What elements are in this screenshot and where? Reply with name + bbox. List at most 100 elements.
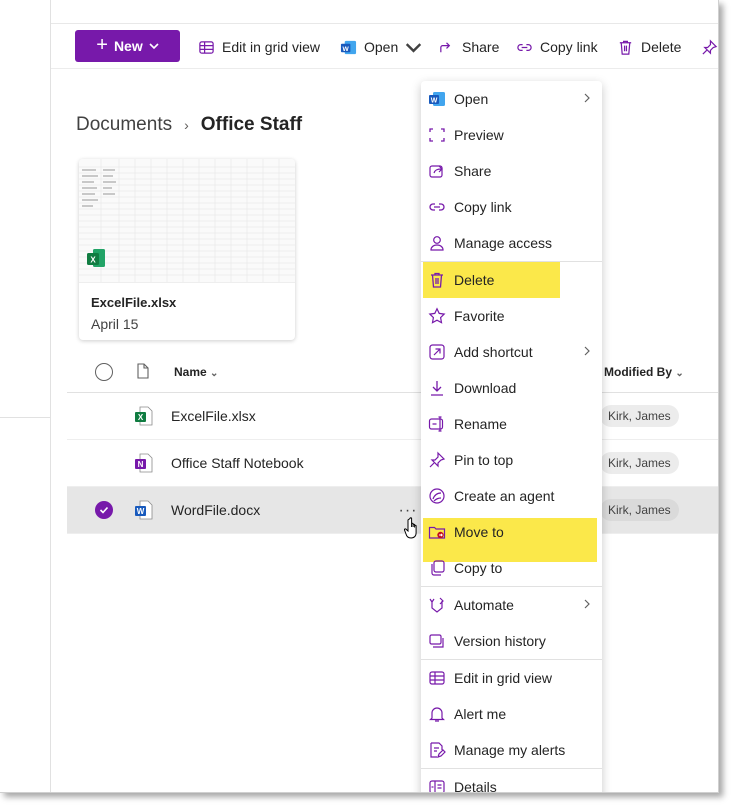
column-modified-by-header[interactable]: Modified By ⌄ bbox=[604, 365, 684, 379]
open-label: Open bbox=[364, 39, 399, 55]
menu-item-edit-grid-view[interactable]: Edit in grid view bbox=[421, 660, 602, 696]
menu-item-manage-access[interactable]: Manage access bbox=[421, 225, 602, 261]
new-button[interactable]: + New bbox=[75, 30, 180, 62]
pin-icon bbox=[702, 38, 718, 55]
tile-file-date: April 15 bbox=[91, 316, 139, 332]
breadcrumb-separator: › bbox=[184, 117, 189, 133]
chevron-down-icon: ⌄ bbox=[210, 368, 219, 379]
pin-button[interactable] bbox=[701, 36, 718, 58]
menu-item-delete[interactable]: Delete bbox=[421, 262, 602, 298]
svg-text:W: W bbox=[431, 98, 438, 105]
file-name[interactable]: ExcelFile.xlsx bbox=[171, 408, 256, 424]
star-icon bbox=[428, 307, 446, 324]
chevron-down-icon: ⌄ bbox=[675, 368, 684, 379]
menu-item-version-history[interactable]: Version history bbox=[421, 623, 602, 659]
menu-item-label: Alert me bbox=[454, 706, 507, 722]
person-icon bbox=[430, 236, 444, 251]
chevron-down-icon bbox=[406, 42, 422, 53]
word-icon: W bbox=[340, 40, 357, 54]
grid-icon bbox=[199, 40, 214, 54]
breadcrumb: Documents › Office Staff bbox=[76, 114, 302, 136]
svg-text:X: X bbox=[90, 256, 96, 265]
menu-item-share[interactable]: Share bbox=[421, 153, 602, 189]
bell-icon bbox=[429, 707, 445, 722]
share-button[interactable]: Share bbox=[438, 36, 499, 58]
menu-item-copy-to[interactable]: Copy to bbox=[421, 550, 602, 586]
chevron-right-icon bbox=[584, 93, 590, 103]
menu-item-copy-link[interactable]: Copy link bbox=[421, 189, 602, 225]
svg-text:W: W bbox=[343, 45, 350, 52]
move-folder-icon bbox=[428, 526, 446, 539]
svg-text:N: N bbox=[138, 460, 144, 469]
menu-item-label: Move to bbox=[454, 524, 504, 540]
menu-item-alert-me[interactable]: Alert me bbox=[421, 696, 602, 732]
menu-item-details[interactable]: Details bbox=[421, 769, 602, 793]
list-header: Name ⌄ Modified By ⌄ bbox=[67, 352, 718, 393]
menu-item-label: Preview bbox=[454, 127, 504, 143]
grid-icon bbox=[429, 671, 445, 685]
spreadsheet-thumbnail: X bbox=[79, 159, 295, 283]
row-checkbox-checked[interactable] bbox=[95, 501, 113, 519]
menu-item-pin-to-top[interactable]: Pin to top bbox=[421, 442, 602, 478]
menu-item-open[interactable]: W Open bbox=[421, 81, 602, 117]
delete-label: Delete bbox=[641, 39, 682, 55]
trash-icon bbox=[431, 272, 443, 288]
share-icon bbox=[440, 41, 451, 52]
modified-by-pill[interactable]: Kirk, James bbox=[600, 499, 679, 521]
file-name[interactable]: WordFile.docx bbox=[171, 502, 260, 518]
menu-item-label: Version history bbox=[454, 633, 546, 649]
menu-item-add-shortcut[interactable]: Add shortcut bbox=[421, 334, 602, 370]
menu-item-label: Details bbox=[454, 779, 497, 793]
select-all-checkbox[interactable] bbox=[95, 363, 113, 381]
column-modified-by-label: Modified By bbox=[604, 365, 672, 379]
trash-icon bbox=[619, 40, 632, 55]
modified-by-pill[interactable]: Kirk, James bbox=[600, 405, 679, 427]
left-pane bbox=[0, 0, 51, 792]
word-icon: W bbox=[135, 500, 153, 520]
menu-item-label: Manage my alerts bbox=[454, 742, 566, 758]
file-name[interactable]: Office Staff Notebook bbox=[171, 455, 304, 471]
modified-by-pill[interactable]: Kirk, James bbox=[600, 452, 679, 474]
column-name-label: Name bbox=[174, 365, 207, 379]
menu-item-favorite[interactable]: Favorite bbox=[421, 298, 602, 334]
delete-button[interactable]: Delete bbox=[617, 36, 681, 58]
automate-icon bbox=[429, 597, 444, 613]
open-button[interactable]: W Open bbox=[340, 36, 422, 58]
menu-item-rename[interactable]: Rename bbox=[421, 406, 602, 442]
breadcrumb-documents[interactable]: Documents bbox=[76, 114, 172, 136]
menu-item-label: Favorite bbox=[454, 308, 505, 324]
context-menu: W Open Preview Share Copy link Manage ac… bbox=[421, 81, 602, 793]
table-row-selected[interactable]: W WordFile.docx Kirk, James bbox=[67, 487, 718, 534]
menu-item-download[interactable]: Download bbox=[421, 370, 602, 406]
menu-item-move-to[interactable]: Move to bbox=[421, 514, 602, 550]
chevron-right-icon bbox=[584, 599, 590, 609]
edit-grid-view-button[interactable]: Edit in grid view bbox=[198, 36, 320, 58]
menu-item-label: Manage access bbox=[454, 235, 553, 251]
chevron-down-icon bbox=[149, 43, 159, 50]
left-pane-divider bbox=[0, 417, 50, 418]
menu-item-preview[interactable]: Preview bbox=[421, 117, 602, 153]
excel-icon: X bbox=[135, 406, 153, 426]
link-icon bbox=[517, 43, 532, 51]
details-icon bbox=[429, 780, 445, 792]
menu-item-manage-my-alerts[interactable]: Manage my alerts bbox=[421, 732, 602, 768]
menu-item-label: Copy to bbox=[454, 560, 503, 576]
menu-item-label: Pin to top bbox=[454, 452, 514, 468]
link-icon bbox=[429, 203, 445, 211]
agent-icon bbox=[429, 488, 445, 504]
table-row[interactable]: N Office Staff Notebook Kirk, James bbox=[67, 440, 718, 487]
menu-item-create-agent[interactable]: Create an agent bbox=[421, 478, 602, 514]
copy-link-button[interactable]: Copy link bbox=[516, 36, 598, 58]
shortcut-icon bbox=[429, 344, 445, 360]
menu-item-label: Create an agent bbox=[454, 488, 555, 504]
table-row[interactable]: X ExcelFile.xlsx Kirk, James bbox=[67, 393, 718, 440]
new-button-label: New bbox=[113, 38, 143, 54]
file-tile[interactable]: X ExcelFile.xlsx April 15 bbox=[79, 159, 295, 340]
menu-item-label: Open bbox=[454, 91, 489, 107]
menu-item-automate[interactable]: Automate bbox=[421, 587, 602, 623]
edit-grid-view-label: Edit in grid view bbox=[222, 39, 321, 55]
hand-cursor-icon bbox=[404, 517, 417, 539]
spreadsheet-grid-preview: X bbox=[79, 159, 295, 282]
svg-text:W: W bbox=[137, 507, 145, 516]
column-name-header[interactable]: Name ⌄ bbox=[174, 365, 218, 379]
